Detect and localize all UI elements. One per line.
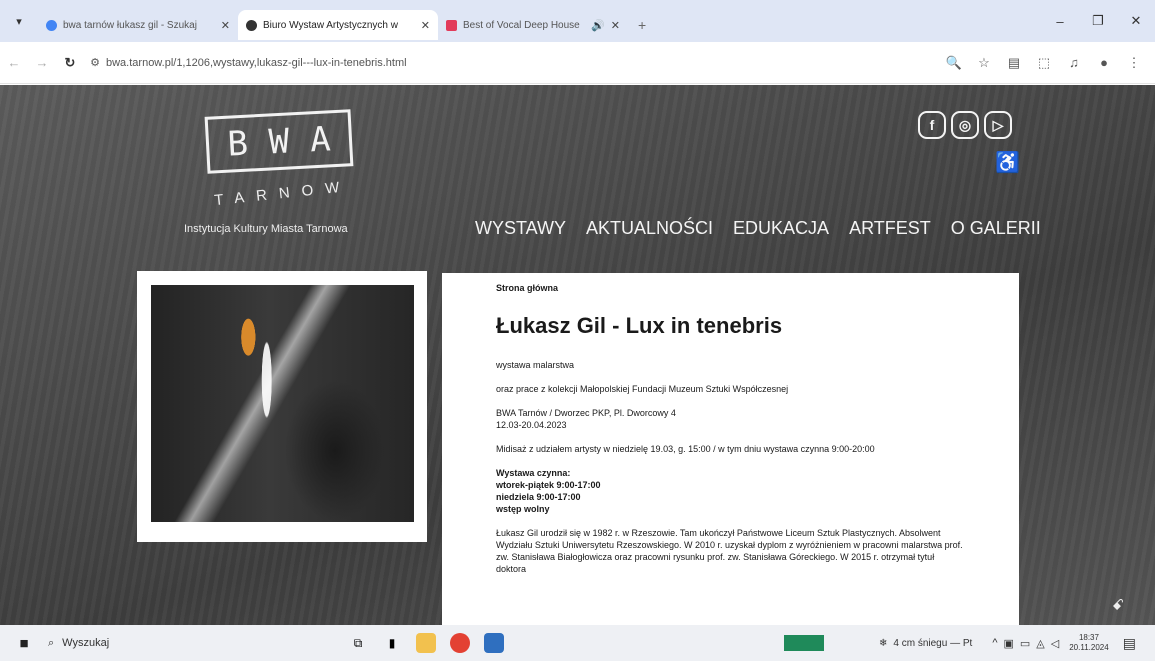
youtube-icon[interactable]: ▷ bbox=[984, 111, 1012, 139]
file-explorer-icon[interactable] bbox=[416, 633, 436, 653]
media-icon[interactable]: ♫ bbox=[1059, 55, 1089, 71]
outlook-icon[interactable] bbox=[484, 633, 504, 653]
article-bio: Łukasz Gil urodził się w 1982 r. w Rzesz… bbox=[496, 528, 963, 574]
reload-icon[interactable]: ↻ bbox=[56, 55, 84, 71]
volume-icon[interactable]: ◁ bbox=[1051, 637, 1059, 650]
breadcrumb[interactable]: Strona główna bbox=[496, 283, 965, 293]
close-tab-icon[interactable]: ✕ bbox=[221, 19, 230, 32]
nav-item-edukacja[interactable]: EDUKACJA bbox=[733, 218, 829, 239]
running-app-indicator[interactable] bbox=[784, 635, 824, 651]
system-tray: ^ ▣ ▭ ◬ ◁ bbox=[992, 637, 1059, 650]
back-icon[interactable]: ← bbox=[0, 55, 28, 70]
tab-title: Best of Vocal Deep House bbox=[463, 19, 580, 31]
browser-tab-2-active[interactable]: Biuro Wystaw Artystycznych w ✕ bbox=[238, 10, 438, 40]
weather-text: 4 cm śniegu — Pt bbox=[893, 637, 973, 649]
logo-letter: B bbox=[226, 123, 249, 165]
youtube-favicon-icon bbox=[446, 19, 457, 31]
extensions-icon[interactable]: ⬚ bbox=[1029, 55, 1059, 71]
chevron-up-icon[interactable]: ^ bbox=[992, 637, 997, 650]
address-bar-row: ← → ↻ ⚙ bwa.tarnow.pl/1,1206,wystawy,luk… bbox=[0, 42, 1155, 84]
clock-time: 18:37 bbox=[1078, 633, 1099, 642]
new-tab-button[interactable]: + bbox=[628, 10, 656, 40]
nav-item-artfest[interactable]: ARTFEST bbox=[849, 218, 931, 239]
menu-icon[interactable]: ⋮ bbox=[1119, 55, 1149, 71]
browser-tab-1[interactable]: bwa tarnów łukasz gil - Szukaj ✕ bbox=[38, 10, 238, 40]
artwork-image[interactable] bbox=[151, 285, 414, 522]
close-window-icon[interactable]: ✕ bbox=[1117, 13, 1155, 29]
tab-title: bwa tarnów łukasz gil - Szukaj bbox=[63, 19, 197, 31]
web-page: B W A TARNOW Instytucja Kultury Miasta T… bbox=[0, 85, 1155, 625]
article-subtitle: wystawa malarstwa bbox=[496, 360, 575, 370]
logo-letter: A bbox=[308, 118, 332, 160]
nav-item-o-galerii[interactable]: O GALERII bbox=[951, 218, 1041, 239]
zoom-icon[interactable]: 🔍 bbox=[939, 55, 969, 71]
nav-item-aktualnosci[interactable]: AKTUALNOŚCI bbox=[586, 218, 713, 239]
widgets-icon[interactable]: ▮ bbox=[382, 633, 402, 653]
translate-icon[interactable]: ▤ bbox=[999, 55, 1029, 71]
weather-widget[interactable]: ❄ 4 cm śniegu — Pt bbox=[879, 638, 972, 649]
tray-app-icon[interactable]: ▣ bbox=[1003, 637, 1013, 650]
nav-item-wystawy[interactable]: WYSTAWY bbox=[475, 218, 566, 239]
clock-date: 20.11.2024 bbox=[1069, 643, 1109, 652]
logo-subtitle: Instytucja Kultury Miasta Tarnowa bbox=[184, 223, 348, 235]
tab-title: Biuro Wystaw Artystycznych w bbox=[263, 19, 398, 31]
close-tab-icon[interactable]: ✕ bbox=[421, 19, 430, 32]
browser-tab-3[interactable]: Best of Vocal Deep House 🔊 ✕ bbox=[438, 10, 628, 40]
taskbar-apps: ⧉ ▮ bbox=[348, 633, 504, 653]
article-panel: Strona główna Łukasz Gil - Lux in tenebr… bbox=[442, 273, 1019, 625]
window-controls: – ❐ ✕ bbox=[1041, 0, 1155, 42]
taskbar-search[interactable]: ⌕ Wyszukaj bbox=[48, 637, 188, 650]
article-title: Łukasz Gil - Lux in tenebris bbox=[496, 313, 783, 338]
taskbar: ■ ⌕ Wyszukaj ⧉ ▮ ❄ 4 cm śniegu — Pt ^ ▣ … bbox=[0, 625, 1155, 661]
facebook-icon[interactable]: f bbox=[918, 111, 946, 139]
instagram-icon[interactable]: ◎ bbox=[951, 111, 979, 139]
hours-weekdays: wtorek-piątek 9:00-17:00 bbox=[496, 480, 601, 490]
site-settings-icon[interactable]: ⚙ bbox=[84, 56, 106, 69]
forward-icon[interactable]: → bbox=[28, 55, 56, 70]
language-icon[interactable]: ꗃ bbox=[1112, 597, 1124, 614]
accessibility-icon[interactable]: ♿ bbox=[995, 150, 1020, 175]
url-input[interactable]: bwa.tarnow.pl/1,1206,wystawy,lukasz-gil-… bbox=[106, 57, 939, 69]
article-finissage: Midisaż z udziałem artysty w niedzielę 1… bbox=[496, 444, 875, 454]
article-venue: BWA Tarnów / Dworzec PKP, Pl. Dworcowy 4 bbox=[496, 408, 676, 418]
bookmark-star-icon[interactable]: ☆ bbox=[969, 55, 999, 71]
notifications-icon[interactable]: ▤ bbox=[1123, 635, 1136, 652]
google-favicon-icon bbox=[46, 19, 57, 31]
task-view-icon[interactable]: ⧉ bbox=[348, 633, 368, 653]
windows-start-icon[interactable]: ■ bbox=[0, 635, 48, 652]
article-dates: 12.03-20.04.2023 bbox=[496, 420, 567, 430]
main-nav: WYSTAWY AKTUALNOŚCI EDUKACJA ARTFEST O G… bbox=[475, 218, 1041, 239]
logo-letters: B W A bbox=[204, 109, 354, 174]
tab-search-button[interactable]: ▾ bbox=[0, 0, 38, 42]
snow-icon: ❄ bbox=[879, 637, 888, 649]
minimize-icon[interactable]: – bbox=[1041, 14, 1079, 29]
article-collection: oraz prace z kolekcji Małopolskiej Funda… bbox=[496, 384, 789, 394]
browser-tab-bar: ▾ bwa tarnów łukasz gil - Szukaj ✕ Biuro… bbox=[0, 0, 1155, 42]
hours-title: Wystawa czynna: bbox=[496, 468, 571, 478]
chrome-icon[interactable] bbox=[450, 633, 470, 653]
search-label: Wyszukaj bbox=[62, 637, 110, 649]
restore-icon[interactable]: ❐ bbox=[1079, 13, 1117, 29]
site-favicon-icon bbox=[246, 19, 257, 31]
entry-info: wstęp wolny bbox=[496, 504, 550, 514]
logo-letter: W bbox=[267, 120, 291, 163]
clock[interactable]: 18:37 20.11.2024 bbox=[1069, 633, 1108, 653]
profile-icon[interactable]: ● bbox=[1089, 55, 1119, 71]
article-hours: Wystawa czynna: wtorek-piątek 9:00-17:00… bbox=[496, 467, 965, 515]
hours-sunday: niedziela 9:00-17:00 bbox=[496, 492, 581, 502]
audio-icon[interactable]: 🔊 bbox=[591, 19, 605, 32]
network-icon[interactable]: ◬ bbox=[1036, 637, 1044, 650]
close-tab-icon[interactable]: ✕ bbox=[611, 19, 620, 32]
social-links: f ◎ ▷ bbox=[918, 111, 1012, 139]
artwork-frame bbox=[137, 271, 427, 542]
search-icon: ⌕ bbox=[48, 636, 55, 649]
article-venue-dates: BWA Tarnów / Dworzec PKP, Pl. Dworcowy 4… bbox=[496, 407, 965, 431]
battery-icon[interactable]: ▭ bbox=[1020, 637, 1030, 650]
